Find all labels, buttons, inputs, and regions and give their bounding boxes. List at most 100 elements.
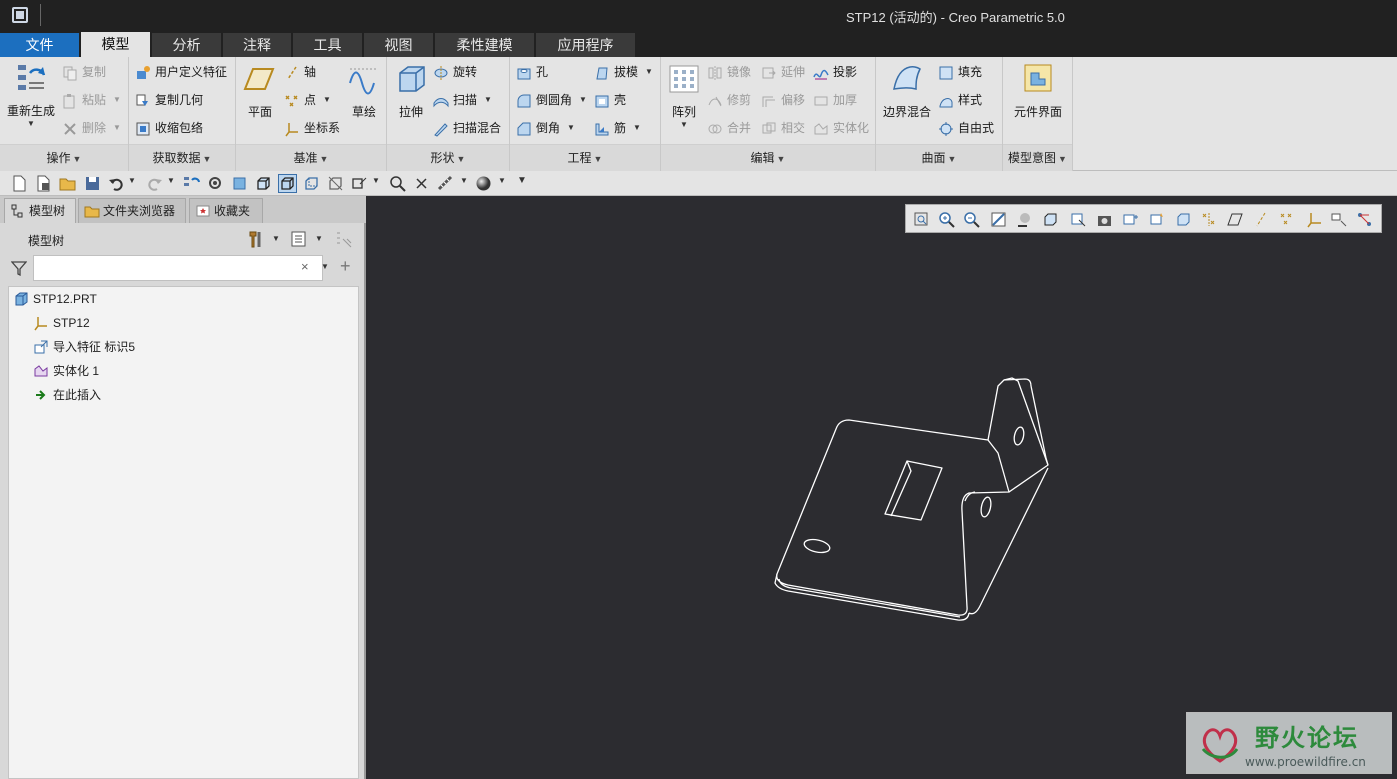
- chevron-down-icon[interactable]: ▼: [315, 234, 323, 243]
- thicken-button[interactable]: 加厚: [813, 87, 857, 113]
- measure-icon[interactable]: [437, 175, 454, 192]
- saved-orientations-icon[interactable]: [1070, 211, 1087, 228]
- windows-icon[interactable]: [207, 175, 224, 192]
- shell-button[interactable]: 壳: [594, 87, 626, 113]
- customize-toolbar-icon[interactable]: ▼: [517, 175, 527, 186]
- graphics-window[interactable]: [368, 196, 1397, 779]
- datum-axes-display-icon[interactable]: [1227, 211, 1244, 228]
- manage-views-icon[interactable]: [1149, 211, 1166, 228]
- hidden-line-icon[interactable]: [303, 175, 320, 192]
- shading-icon[interactable]: [231, 175, 248, 192]
- round-button[interactable]: 倒圆角 ▼: [516, 87, 587, 113]
- view-manager-icon[interactable]: [1096, 211, 1113, 228]
- regenerate-button[interactable]: 重新生成 ▼: [4, 61, 58, 128]
- sketch-button[interactable]: 草绘: [344, 61, 384, 120]
- chevron-down-icon[interactable]: ▼: [567, 115, 575, 141]
- zoom-out-icon[interactable]: [963, 211, 980, 228]
- axis-button[interactable]: 轴: [284, 59, 316, 85]
- section-icon[interactable]: [1122, 211, 1139, 228]
- copy-button[interactable]: 复制: [62, 59, 106, 85]
- fill-button[interactable]: 填充: [938, 59, 982, 85]
- column-settings-icon[interactable]: [334, 230, 354, 250]
- tab-applications[interactable]: 应用程序: [536, 33, 636, 57]
- point-button[interactable]: 点 ▼: [284, 87, 331, 113]
- refit-zoom-icon[interactable]: [389, 175, 406, 192]
- regenerate-small-icon[interactable]: [183, 175, 200, 192]
- repaint-icon[interactable]: [990, 211, 1007, 228]
- chevron-down-icon[interactable]: ▼: [113, 87, 121, 113]
- annotation-display-icon[interactable]: [1306, 211, 1323, 228]
- copy-geometry-button[interactable]: 复制几何: [135, 87, 203, 113]
- spin-center-icon[interactable]: [1175, 211, 1192, 228]
- open-folder-icon[interactable]: [59, 175, 76, 192]
- new-file-icon[interactable]: [11, 175, 28, 192]
- tab-file[interactable]: 文件: [0, 33, 80, 57]
- spin-center-display-icon[interactable]: [1331, 211, 1348, 228]
- named-views-icon[interactable]: [351, 175, 368, 192]
- app-icon[interactable]: [12, 7, 28, 23]
- freestyle-button[interactable]: 自由式: [938, 115, 994, 141]
- filter-search-input[interactable]: [33, 255, 323, 281]
- delete-button[interactable]: 删除 ▼: [62, 115, 121, 141]
- sweep-button[interactable]: 扫描 ▼: [433, 87, 492, 113]
- boundary-blend-button[interactable]: 边界混合: [880, 61, 934, 120]
- clear-filter-icon[interactable]: ×: [301, 259, 309, 274]
- add-filter-icon[interactable]: +: [340, 256, 351, 277]
- tab-annotate[interactable]: 注释: [223, 33, 292, 57]
- tab-flexible-modeling[interactable]: 柔性建模: [435, 33, 535, 57]
- close-window-icon[interactable]: [413, 175, 430, 192]
- chevron-down-icon[interactable]: ▼: [665, 120, 703, 129]
- chevron-down-icon[interactable]: ▼: [128, 176, 136, 185]
- hole-button[interactable]: 孔: [516, 59, 548, 85]
- draft-button[interactable]: 拔模 ▼: [594, 59, 653, 85]
- no-hidden-icon[interactable]: [327, 175, 344, 192]
- chevron-down-icon[interactable]: ▼: [484, 87, 492, 113]
- perspective-icon[interactable]: [1016, 211, 1033, 228]
- redo-icon[interactable]: [146, 175, 163, 192]
- offset-button[interactable]: 偏移: [761, 87, 805, 113]
- wireframe-icon[interactable]: [278, 174, 297, 193]
- datum-planes-display-icon[interactable]: [1201, 211, 1218, 228]
- group-label-engineering[interactable]: 工程 ▼: [510, 144, 660, 171]
- csys-display-icon[interactable]: [1279, 211, 1296, 228]
- chamfer-button[interactable]: 倒角 ▼: [516, 115, 575, 141]
- group-label-operations[interactable]: 操作 ▼: [0, 144, 128, 171]
- group-label-datum[interactable]: 基准 ▼: [236, 144, 386, 171]
- new-from-template-icon[interactable]: [35, 175, 52, 192]
- tab-view[interactable]: 视图: [364, 33, 434, 57]
- udf-button[interactable]: 用户定义特征: [135, 59, 227, 85]
- pattern-button[interactable]: 阵列 ▼: [665, 61, 703, 129]
- group-label-editing[interactable]: 编辑 ▼: [661, 144, 875, 171]
- group-label-model-intent[interactable]: 模型意图 ▼: [1003, 144, 1072, 171]
- tab-favorites[interactable]: 收藏夹: [189, 198, 263, 223]
- shrinkwrap-button[interactable]: 收缩包络: [135, 115, 203, 141]
- chevron-down-icon[interactable]: ▼: [579, 87, 587, 113]
- intersect-button[interactable]: 相交: [761, 115, 805, 141]
- model-wireframe[interactable]: [368, 196, 1397, 779]
- chevron-down-icon[interactable]: ▼: [167, 176, 175, 185]
- chevron-down-icon[interactable]: ▼: [4, 119, 58, 128]
- group-label-get-data[interactable]: 获取数据 ▼: [129, 144, 235, 171]
- save-icon[interactable]: [84, 175, 101, 192]
- solidify-button[interactable]: 实体化: [813, 115, 869, 141]
- trim-button[interactable]: 修剪: [707, 87, 751, 113]
- paste-button[interactable]: 粘贴 ▼: [62, 87, 121, 113]
- datum-points-display-icon[interactable]: [1253, 211, 1270, 228]
- zoom-in-icon[interactable]: [938, 211, 955, 228]
- csys-button[interactable]: 坐标系: [284, 115, 340, 141]
- style-button[interactable]: 样式: [938, 87, 982, 113]
- settings-tools-icon[interactable]: [246, 229, 266, 249]
- shading-edges-icon[interactable]: [255, 175, 272, 192]
- chevron-down-icon[interactable]: ▼: [645, 59, 653, 85]
- filter-icon[interactable]: [11, 260, 27, 276]
- revolve-button[interactable]: 旋转: [433, 59, 477, 85]
- project-button[interactable]: 投影: [813, 59, 857, 85]
- show-list-icon[interactable]: [290, 230, 308, 248]
- extend-button[interactable]: 延伸: [761, 59, 805, 85]
- extrude-button[interactable]: 拉伸: [391, 61, 431, 120]
- chevron-down-icon[interactable]: ▼: [113, 115, 121, 141]
- sketch-display-icon[interactable]: [1356, 211, 1373, 228]
- chevron-down-icon[interactable]: ▼: [323, 87, 331, 113]
- chevron-down-icon[interactable]: ▼: [321, 262, 329, 271]
- swept-blend-button[interactable]: 扫描混合: [433, 115, 501, 141]
